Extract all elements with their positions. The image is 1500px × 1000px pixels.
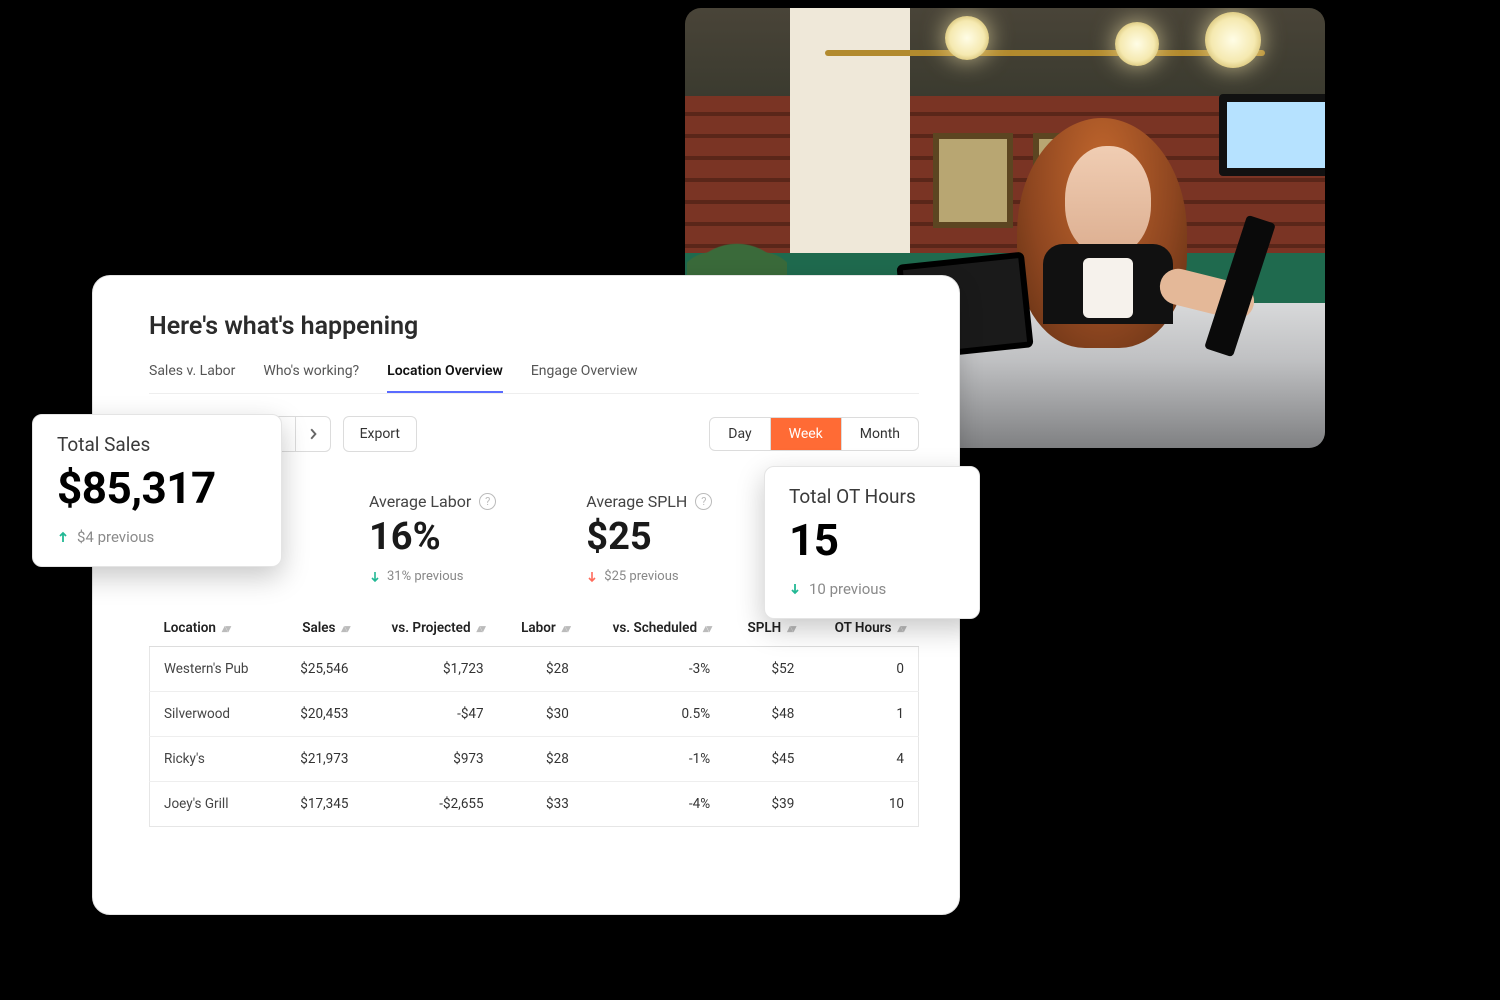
kpi-delta: 31% previous <box>387 569 464 584</box>
tab-who-s-working[interactable]: Who's working? <box>263 363 359 393</box>
col-sales[interactable]: Sales▴▾ <box>277 610 363 647</box>
cell-location: Silverwood <box>150 692 277 737</box>
sort-icon: ▴▾ <box>341 622 348 635</box>
sort-icon: ▴▾ <box>703 622 710 635</box>
col-vs-projected[interactable]: vs. Projected▴▾ <box>362 610 497 647</box>
cell-vs-scheduled: 0.5% <box>583 692 724 737</box>
kpi-label: Average SPLH <box>586 492 687 511</box>
cell-splh: $52 <box>724 647 808 692</box>
cell-ot-hours: 4 <box>808 737 918 782</box>
sort-icon: ▴▾ <box>787 622 794 635</box>
cell-location: Ricky's <box>150 737 277 782</box>
cell-vs-projected: $1,723 <box>362 647 497 692</box>
arrow-down-icon <box>586 571 598 583</box>
cell-splh: $48 <box>724 692 808 737</box>
range-option-week[interactable]: Week <box>770 418 841 450</box>
help-icon[interactable]: ? <box>479 493 496 510</box>
cell-location: Western's Pub <box>150 647 277 692</box>
locations-table: Location▴▾Sales▴▾vs. Projected▴▾Labor▴▾v… <box>149 610 919 827</box>
col-location[interactable]: Location▴▾ <box>150 610 277 647</box>
cell-vs-scheduled: -1% <box>583 737 724 782</box>
cell-vs-projected: -$47 <box>362 692 497 737</box>
cell-vs-scheduled: -3% <box>583 647 724 692</box>
cell-location: Joey's Grill <box>150 782 277 827</box>
tab-sales-v-labor[interactable]: Sales v. Labor <box>149 363 235 393</box>
export-button[interactable]: Export <box>343 416 417 452</box>
callout-label: Total OT Hours <box>789 485 953 508</box>
cell-vs-scheduled: -4% <box>583 782 724 827</box>
tab-location-overview[interactable]: Location Overview <box>387 363 503 393</box>
sort-icon: ▴▾ <box>562 622 569 635</box>
callout-label: Total Sales <box>57 433 255 456</box>
callout-delta: 10 previous <box>809 580 886 598</box>
callout-total-sales: Total Sales $85,317 $4 previous <box>32 414 282 567</box>
cell-sales: $20,453 <box>277 692 363 737</box>
table-row[interactable]: Silverwood$20,453-$47$300.5%$481 <box>150 692 919 737</box>
table-row[interactable]: Joey's Grill$17,345-$2,655$33-4%$3910 <box>150 782 919 827</box>
arrow-up-icon <box>57 531 69 543</box>
cell-sales: $21,973 <box>277 737 363 782</box>
col-labor[interactable]: Labor▴▾ <box>498 610 583 647</box>
cell-ot-hours: 0 <box>808 647 918 692</box>
tabs: Sales v. Labor Who's working? Location Ove… <box>149 363 919 394</box>
col-vs-scheduled[interactable]: vs. Scheduled▴▾ <box>583 610 724 647</box>
cell-labor: $28 <box>498 737 583 782</box>
kpi-average-labor: Average Labor ? 16% 31% previous <box>369 492 496 584</box>
callout-value: $85,317 <box>57 462 255 514</box>
sort-icon: ▴▾ <box>477 622 484 635</box>
cell-labor: $33 <box>498 782 583 827</box>
cell-splh: $39 <box>724 782 808 827</box>
cell-splh: $45 <box>724 737 808 782</box>
kpi-value: $25 <box>586 515 712 559</box>
sort-icon: ▴▾ <box>897 622 904 635</box>
cell-ot-hours: 1 <box>808 692 918 737</box>
cell-labor: $28 <box>498 647 583 692</box>
date-next-button[interactable] <box>295 416 331 452</box>
kpi-delta: $25 previous <box>604 569 678 584</box>
range-option-day[interactable]: Day <box>710 418 769 450</box>
page-title: Here's what's happening <box>149 312 919 341</box>
cell-labor: $30 <box>498 692 583 737</box>
table-row[interactable]: Ricky's$21,973$973$28-1%$454 <box>150 737 919 782</box>
cell-vs-projected: -$2,655 <box>362 782 497 827</box>
kpi-average-splh: Average SPLH ? $25 $25 previous <box>586 492 712 584</box>
callout-value: 15 <box>789 514 953 566</box>
cell-sales: $17,345 <box>277 782 363 827</box>
range-segmented: DayWeekMonth <box>709 417 919 451</box>
range-option-month[interactable]: Month <box>841 418 918 450</box>
chevron-right-icon <box>307 428 319 440</box>
tab-engage-overview[interactable]: Engage Overview <box>531 363 638 393</box>
cell-vs-projected: $973 <box>362 737 497 782</box>
cell-ot-hours: 10 <box>808 782 918 827</box>
sort-icon: ▴▾ <box>222 622 229 635</box>
table-row[interactable]: Western's Pub$25,546$1,723$28-3%$520 <box>150 647 919 692</box>
arrow-down-icon <box>789 583 801 595</box>
help-icon[interactable]: ? <box>695 493 712 510</box>
cell-sales: $25,546 <box>277 647 363 692</box>
arrow-down-icon <box>369 571 381 583</box>
callout-delta: $4 previous <box>77 528 154 546</box>
callout-total-ot-hours: Total OT Hours 15 10 previous <box>764 466 980 619</box>
kpi-label: Average Labor <box>369 492 471 511</box>
kpi-value: 16% <box>369 515 496 559</box>
